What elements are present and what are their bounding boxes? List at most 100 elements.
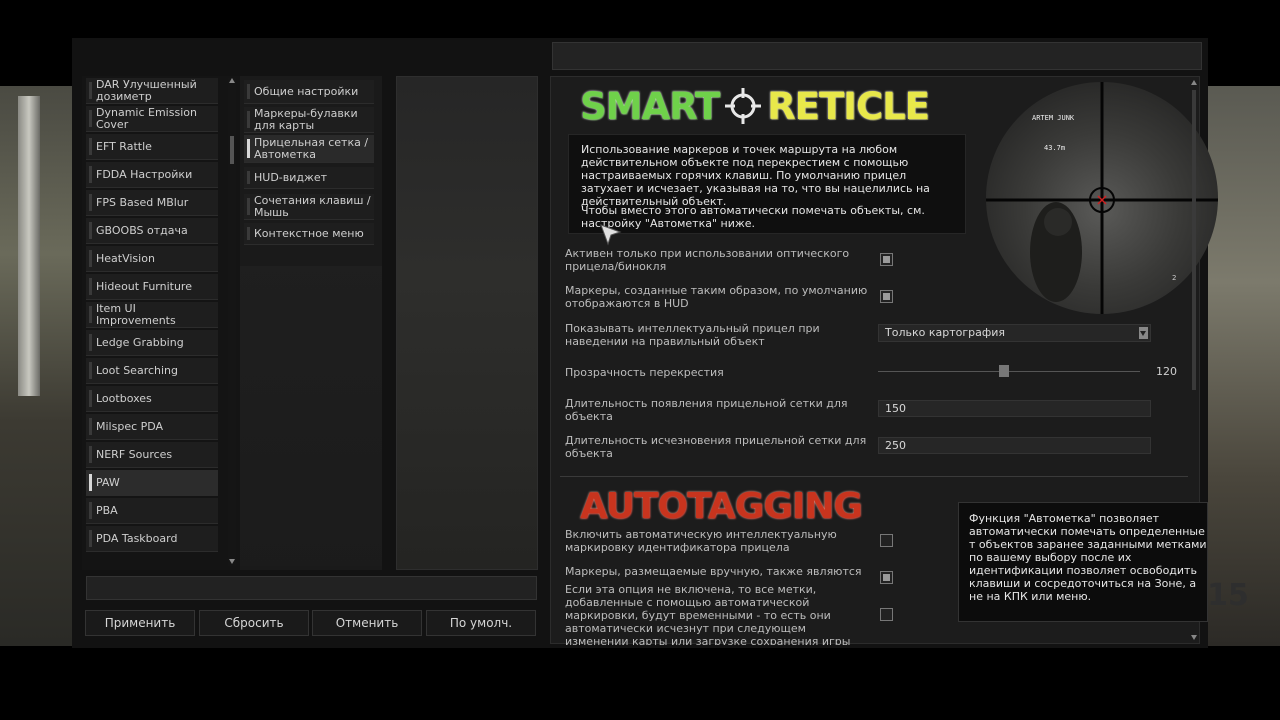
mod-list-item[interactable]: EFT Rattle — [86, 134, 218, 160]
mod-list-item[interactable]: Dynamic Emission Cover — [86, 106, 218, 132]
autotag-enable-label: Включить автоматическую интеллектуальную… — [565, 528, 837, 554]
mod-list-item[interactable]: Loot Searching — [86, 358, 218, 384]
mod-list-item[interactable]: Item UI Improvements — [86, 302, 218, 328]
fade-out-input[interactable]: 250 — [878, 437, 1151, 454]
item-marker — [89, 166, 92, 183]
mod-list-item-label: PBA — [96, 503, 118, 517]
fade-out-label: Длительность исчезновения прицельной сет… — [565, 434, 867, 460]
categories-bg — [240, 266, 382, 566]
temporary-marks-label: Если эта опция не включена, то все метки… — [565, 583, 851, 645]
hud-markers-checkbox[interactable] — [880, 290, 893, 303]
category-item-label: Контекстное меню — [254, 226, 364, 240]
category-item[interactable]: HUD-виджет — [244, 167, 374, 189]
scroll-up-arrow-icon[interactable] — [229, 78, 235, 83]
category-item-label: Прицельная сетка / Автометка — [254, 135, 369, 161]
mod-list-item-label: Hideout Furniture — [96, 279, 192, 293]
item-marker — [89, 278, 92, 295]
mod-list-item[interactable]: FDDA Настройки — [86, 162, 218, 188]
smart-logo-text: SMART — [580, 84, 720, 128]
scroll-down-arrow-icon[interactable] — [229, 559, 235, 564]
item-marker — [89, 194, 92, 211]
item-marker — [89, 110, 92, 127]
mod-list-item[interactable]: Ledge Grabbing — [86, 330, 218, 356]
category-item[interactable]: Прицельная сетка / Автометка — [244, 135, 374, 163]
item-marker — [89, 474, 92, 491]
preview-panel — [396, 76, 538, 570]
category-item[interactable]: Маркеры-булавки для карты — [244, 107, 374, 133]
description-text: Использование маркеров и точек маршрута … — [581, 143, 930, 208]
mod-list-item-label: EFT Rattle — [96, 139, 152, 153]
category-item[interactable]: Сочетания клавиш / Мышь — [244, 194, 374, 220]
tooltip-text: Функция "Автометка" позволяет автоматиче… — [969, 512, 1207, 603]
item-marker — [89, 362, 92, 379]
autotag-enable-checkbox[interactable] — [880, 534, 893, 547]
mod-list-item[interactable]: Lootboxes — [86, 386, 218, 412]
mod-list-item[interactable]: FPS Based MBlur — [86, 190, 218, 216]
smart-reticle-logo: SMART RETICLE — [580, 84, 930, 128]
optic-only-checkbox[interactable] — [880, 253, 893, 266]
item-marker — [89, 530, 92, 547]
item-marker — [89, 82, 92, 99]
opacity-value: 120 — [1156, 365, 1177, 378]
item-marker — [247, 198, 250, 215]
crosshair-logo-icon — [723, 86, 763, 126]
fade-in-input[interactable]: 150 — [878, 400, 1151, 417]
background-scene-left — [0, 86, 72, 646]
mod-list-item-label: Loot Searching — [96, 363, 179, 377]
opacity-slider[interactable] — [878, 365, 1140, 377]
mod-list-item[interactable]: Milspec PDA — [86, 414, 218, 440]
scroll-thumb[interactable] — [230, 136, 234, 164]
show-reticle-dropdown[interactable]: Только картография — [878, 324, 1151, 342]
mod-list-item-label: PAW — [96, 475, 120, 489]
mod-list-item[interactable]: Hideout Furniture — [86, 274, 218, 300]
reticle-logo-text: RETICLE — [767, 84, 930, 128]
mod-list-item[interactable]: NERF Sources — [86, 442, 218, 468]
scroll-down-arrow-icon[interactable] — [1191, 635, 1197, 640]
cancel-button[interactable]: Отменить — [312, 610, 422, 636]
apply-button[interactable]: Применить — [85, 610, 195, 636]
item-marker — [89, 418, 92, 435]
mod-list-item-label: Milspec PDA — [96, 419, 164, 433]
slider-thumb[interactable] — [998, 365, 1009, 377]
item-marker — [247, 139, 250, 158]
item-marker — [247, 171, 250, 184]
mod-list-item[interactable]: PDA Taskboard — [86, 526, 218, 552]
scroll-thumb[interactable] — [1192, 90, 1196, 390]
smart-reticle-description: Использование маркеров и точек маршрута … — [568, 134, 966, 234]
mods-list-panel: DAR Улучшенный дозиметр Dynamic Emission … — [82, 76, 240, 570]
mod-list-item-label: GBOOBS отдача — [96, 223, 188, 237]
mod-list-item-label: NERF Sources — [96, 447, 173, 461]
manual-markers-checkbox[interactable] — [880, 571, 893, 584]
reset-button[interactable]: Сбросить — [199, 610, 309, 636]
scope-preview-image: ARTEM JUNK 43.7m 2 — [986, 82, 1218, 314]
mod-list-item[interactable]: DAR Улучшенный дозиметр — [86, 78, 218, 104]
description-text-2: Чтобы вместо этого автоматически помечат… — [581, 204, 925, 230]
mod-list-item[interactable]: PAW — [86, 470, 218, 496]
mod-list-item-label: HeatVision — [96, 251, 155, 265]
chevron-down-icon[interactable] — [1139, 327, 1148, 339]
section-divider — [560, 476, 1188, 477]
item-marker — [89, 334, 92, 351]
background-pole — [18, 96, 40, 396]
hud-markers-label: Маркеры, созданные таким образом, по умо… — [565, 284, 868, 310]
mod-list-item-label: Ledge Grabbing — [96, 335, 184, 349]
category-item[interactable]: Общие настройки — [244, 80, 374, 104]
scope-target-name: ARTEM JUNK — [1032, 114, 1075, 122]
optic-only-label: Активен только при использовании оптичес… — [565, 247, 850, 273]
category-item[interactable]: Контекстное меню — [244, 223, 374, 245]
item-marker — [89, 222, 92, 239]
mods-scrollbar[interactable] — [228, 78, 236, 566]
mod-list-item[interactable]: HeatVision — [86, 246, 218, 272]
category-item-label: Маркеры-булавки для карты — [254, 106, 358, 132]
category-item-label: HUD-виджет — [254, 170, 328, 184]
temporary-marks-checkbox[interactable] — [880, 608, 893, 621]
mod-list-item[interactable]: PBA — [86, 498, 218, 524]
default-button[interactable]: По умолч. — [426, 610, 536, 636]
background-scene-right — [1208, 86, 1280, 646]
scroll-up-arrow-icon[interactable] — [1191, 80, 1197, 85]
mod-list-item-label: Item UI Improvements — [96, 301, 176, 327]
item-marker — [89, 138, 92, 155]
mod-list-item[interactable]: GBOOBS отдача — [86, 218, 218, 244]
mod-list-item-label: DAR Улучшенный дозиметр — [96, 77, 197, 103]
bottom-text-bar — [86, 576, 537, 600]
